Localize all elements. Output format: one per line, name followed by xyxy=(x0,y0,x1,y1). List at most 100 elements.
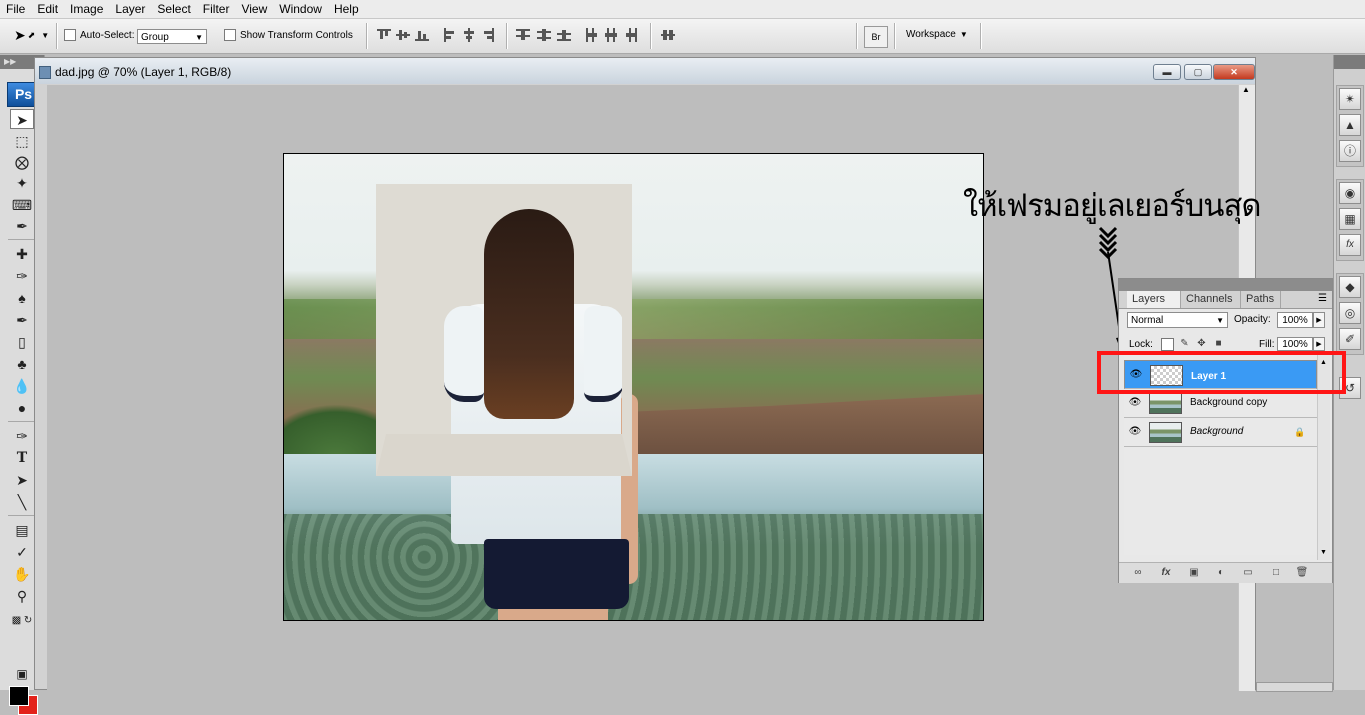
distribute-right-icon[interactable] xyxy=(624,28,638,42)
distribute-vcenter-icon[interactable] xyxy=(537,28,551,42)
divider xyxy=(894,23,896,49)
layer-row-background[interactable]: 👁 Background 🔒 xyxy=(1124,418,1317,447)
opacity-input[interactable]: 100% xyxy=(1277,312,1313,328)
dodge-tool-icon[interactable]: ● xyxy=(10,398,34,418)
close-button[interactable]: ✕ xyxy=(1213,64,1255,80)
maximize-button[interactable]: ▢ xyxy=(1184,64,1212,80)
distribute-top-icon[interactable] xyxy=(516,28,530,42)
fill-input[interactable]: 100% xyxy=(1277,337,1313,351)
fill-arrow-icon[interactable]: ▶ xyxy=(1313,337,1325,351)
align-vcenter-icon[interactable] xyxy=(396,28,410,42)
minimize-button[interactable]: ▬ xyxy=(1153,64,1181,80)
scroll-down-icon[interactable]: ▼ xyxy=(1320,549,1327,556)
image-girl-sleeve xyxy=(584,306,624,402)
auto-select-checkbox[interactable]: Auto-Select: xyxy=(64,29,134,41)
blend-mode-dropdown[interactable]: Normal ▼ xyxy=(1127,312,1228,328)
info-icon[interactable]: ⓘ xyxy=(1339,140,1361,162)
show-transform-checkbox[interactable]: Show Transform Controls xyxy=(224,29,353,41)
document-image[interactable] xyxy=(283,153,984,621)
tab-paths[interactable]: Paths xyxy=(1241,291,1281,308)
align-right-icon[interactable] xyxy=(481,28,495,42)
eye-icon[interactable]: 👁 xyxy=(1127,425,1143,439)
hand-tool-icon[interactable]: ✋ xyxy=(10,564,34,584)
menu-filter[interactable]: Filter xyxy=(197,0,236,18)
magic-wand-tool-icon[interactable]: ✦ xyxy=(10,173,34,193)
eraser-tool-icon[interactable]: ▯ xyxy=(10,332,34,352)
document-icon xyxy=(39,66,51,79)
slice-tool-icon[interactable]: ✒ xyxy=(10,216,34,236)
align-top-icon[interactable] xyxy=(377,28,391,42)
panel-menu-icon[interactable]: ☰ xyxy=(1318,293,1327,304)
opacity-arrow-icon[interactable]: ▶ xyxy=(1313,312,1325,328)
eye-icon[interactable]: 👁 xyxy=(1127,396,1143,410)
lasso-tool-icon[interactable]: ⨂ xyxy=(10,152,34,172)
paths-icon[interactable]: ✐ xyxy=(1339,328,1361,350)
distribute-bottom-icon[interactable] xyxy=(557,28,571,42)
auto-select-dropdown[interactable]: Group ▼ xyxy=(137,29,207,44)
color-icon[interactable]: ◉ xyxy=(1339,182,1361,204)
panel-header[interactable] xyxy=(1119,279,1332,291)
lock-transparency-icon[interactable] xyxy=(1161,338,1174,351)
menu-view[interactable]: View xyxy=(235,0,273,18)
new-layer-icon[interactable]: □ xyxy=(1269,566,1283,580)
line-tool-icon[interactable]: ╲ xyxy=(10,492,34,512)
lock-position-icon[interactable]: ✥ xyxy=(1196,338,1207,349)
clone-stamp-tool-icon[interactable]: ♠ xyxy=(10,288,34,308)
menu-edit[interactable]: Edit xyxy=(31,0,64,18)
quick-mask-icon[interactable]: ▣ xyxy=(10,664,34,684)
move-tool-icon[interactable]: ➤ xyxy=(10,109,34,129)
type-tool-icon[interactable]: T xyxy=(10,448,34,468)
trash-icon[interactable]: 🗑 xyxy=(1295,566,1309,580)
distribute-left-icon[interactable] xyxy=(585,28,599,42)
pen-tool-icon[interactable]: ✑ xyxy=(10,426,34,446)
fx-icon[interactable]: fx xyxy=(1159,566,1173,580)
tab-channels[interactable]: Channels xyxy=(1181,291,1241,308)
foreground-color-swatch[interactable] xyxy=(9,686,29,706)
menu-layer[interactable]: Layer xyxy=(109,0,151,18)
layers-icon[interactable]: ◆ xyxy=(1339,276,1361,298)
tab-layers[interactable]: Layers ✕ xyxy=(1127,291,1181,321)
channels-icon[interactable]: ◎ xyxy=(1339,302,1361,324)
link-icon[interactable]: ∞ xyxy=(1131,566,1145,580)
adjustment-icon[interactable]: ◐ xyxy=(1214,566,1228,580)
crop-tool-icon[interactable]: ⌨ xyxy=(10,195,34,215)
navigator-icon[interactable]: ✴ xyxy=(1339,88,1361,110)
default-colors-icon[interactable]: ▩ ↻ xyxy=(10,611,34,631)
notes-tool-icon[interactable]: ▤ xyxy=(10,520,34,540)
menu-file[interactable]: File xyxy=(0,0,31,18)
menu-help[interactable]: Help xyxy=(328,0,365,18)
align-left-icon[interactable] xyxy=(443,28,457,42)
brush-tool-icon[interactable]: ✑ xyxy=(10,266,34,286)
path-select-tool-icon[interactable]: ➤ xyxy=(10,470,34,490)
histogram-icon[interactable]: ▲ xyxy=(1339,114,1361,136)
healing-brush-tool-icon[interactable]: ✚ xyxy=(10,244,34,264)
styles-icon[interactable]: fx xyxy=(1339,234,1361,256)
panel-grip[interactable] xyxy=(1334,55,1365,69)
eyedropper-tool-icon[interactable]: ✓ xyxy=(10,542,34,562)
align-hcenter-icon[interactable] xyxy=(462,28,476,42)
swatches-icon[interactable]: ▦ xyxy=(1339,208,1361,230)
paint-bucket-tool-icon[interactable]: ♣ xyxy=(10,354,34,374)
history-brush-tool-icon[interactable]: ✒ xyxy=(10,310,34,330)
mask-icon[interactable]: ▣ xyxy=(1187,566,1201,580)
checkbox-box[interactable] xyxy=(64,29,76,41)
document-title-bar[interactable]: dad.jpg @ 70% (Layer 1, RGB/8) ▬ ▢ ✕ xyxy=(35,58,1255,84)
auto-align-icon[interactable] xyxy=(661,28,675,42)
move-tool-preset-icon[interactable]: ➤ ⬈ ▼ xyxy=(14,27,49,44)
menu-select[interactable]: Select xyxy=(151,0,196,18)
distribute-hcenter-icon[interactable] xyxy=(604,28,618,42)
checkbox-box[interactable] xyxy=(224,29,236,41)
zoom-tool-icon[interactable]: ⚲ xyxy=(10,586,34,606)
marquee-tool-icon[interactable]: ⬚ xyxy=(10,131,34,151)
menu-image[interactable]: Image xyxy=(64,0,109,18)
menu-window[interactable]: Window xyxy=(273,0,328,18)
lock-pixels-icon[interactable]: ✎ xyxy=(1179,338,1190,349)
workspace-button[interactable]: Workspace ▼ xyxy=(906,29,968,40)
scroll-up-icon[interactable]: ▲ xyxy=(1242,85,1250,94)
bridge-icon[interactable]: Br xyxy=(864,26,888,48)
blur-tool-icon[interactable]: 💧 xyxy=(10,376,34,396)
group-folder-icon[interactable]: ▭ xyxy=(1241,566,1255,580)
align-bottom-icon[interactable] xyxy=(415,28,429,42)
status-strip xyxy=(1256,682,1333,692)
lock-all-icon[interactable]: ■ xyxy=(1213,338,1224,349)
